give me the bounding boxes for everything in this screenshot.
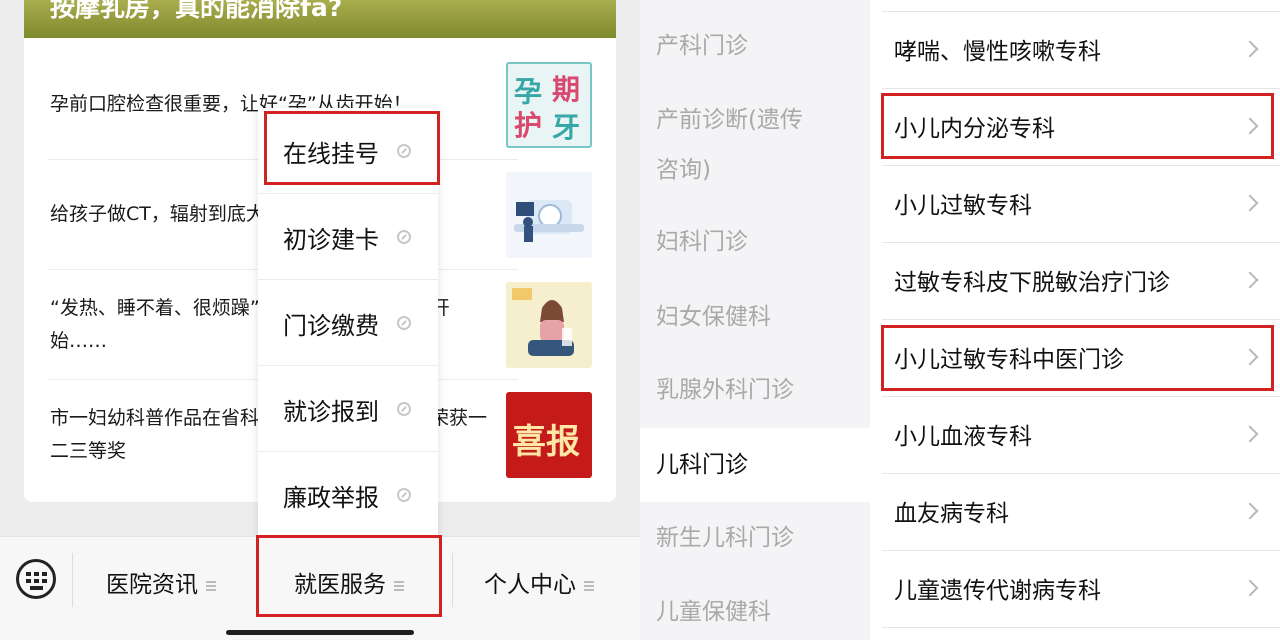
keyboard-icon[interactable] <box>16 559 56 599</box>
specialty-label: 小儿血液专科 <box>894 424 1032 450</box>
sidebar-item-neonatology[interactable]: 新生儿科门诊 <box>656 514 794 562</box>
list-item[interactable]: 过敏专科皮下脱敏治疗门诊 <box>882 243 1280 320</box>
menu-item-first-visit-card[interactable]: 初诊建卡 <box>258 194 438 280</box>
list-item[interactable]: 小儿过敏专科 <box>882 166 1280 243</box>
menu-icon <box>394 580 404 591</box>
link-icon <box>397 230 411 244</box>
article-thumbnail[interactable]: 喜报 <box>506 392 592 478</box>
menu-icon <box>584 580 594 591</box>
tab-label: 个人中心 <box>484 572 576 598</box>
link-icon <box>397 402 411 416</box>
list-item[interactable] <box>882 0 1280 12</box>
specialty-label: 哮喘、慢性咳嗽专科 <box>894 39 1101 65</box>
sidebar-item-gynecology[interactable]: 妇科门诊 <box>656 218 748 266</box>
menu-item-online-registration[interactable]: 在线挂号 <box>258 108 438 194</box>
menu-item-label: 就诊报到 <box>283 398 379 426</box>
specialty-label: 血友病专科 <box>894 501 1009 527</box>
menu-item-check-in[interactable]: 就诊报到 <box>258 366 438 452</box>
tab-hospital-news[interactable]: 医院资讯 <box>106 565 216 599</box>
menu-item-label: 在线挂号 <box>283 140 379 168</box>
article-thumbnail[interactable]: 孕 期 护 牙 <box>506 62 592 148</box>
department-sidebar: 产科门诊 产前诊断(遗传 咨询) 妇科门诊 妇女保健科 乳腺外科门诊 儿科门诊 … <box>640 0 870 640</box>
sidebar-item-pediatrics[interactable]: 儿科门诊 <box>640 428 870 502</box>
tab-divider <box>72 553 73 607</box>
screenshot-frame: 按摩乳房，真的能消除fa? 孕前口腔检查很重要，让好“孕”从齿开始！ 孕 期 护… <box>0 0 1280 640</box>
department-panel: 产科门诊 产前诊断(遗传 咨询) 妇科门诊 妇女保健科 乳腺外科门诊 儿科门诊 … <box>640 0 1280 640</box>
hospital-home-panel: 按摩乳房，真的能消除fa? 孕前口腔检查很重要，让好“孕”从齿开始！ 孕 期 护… <box>0 0 640 640</box>
link-icon <box>397 144 411 158</box>
chevron-right-icon <box>1241 348 1259 366</box>
list-item[interactable]: 血友病专科 <box>882 474 1280 551</box>
tab-label: 医院资讯 <box>106 572 198 598</box>
chevron-right-icon <box>1241 271 1259 289</box>
service-submenu: 在线挂号 初诊建卡 门诊缴费 就诊报到 廉政举报 <box>258 108 438 536</box>
sidebar-item-obstetrics[interactable]: 产科门诊 <box>656 22 748 70</box>
menu-icon <box>206 580 216 591</box>
ct-scan-illustration <box>514 200 584 242</box>
article-thumbnail[interactable] <box>506 282 592 368</box>
tab-divider <box>452 553 453 607</box>
sidebar-item-breast-surgery[interactable]: 乳腺外科门诊 <box>656 366 794 414</box>
menu-item-label: 门诊缴费 <box>283 312 379 340</box>
tab-label: 就医服务 <box>294 572 386 598</box>
specialty-label: 儿童遗传代谢病专科 <box>894 578 1101 604</box>
specialty-list: 哮喘、慢性咳嗽专科 小儿内分泌专科 小儿过敏专科 过敏专科皮下脱敏治疗门诊 小儿… <box>882 0 1280 640</box>
list-item[interactable]: 儿童遗传代谢病专科 <box>882 551 1280 628</box>
menu-item-outpatient-payment[interactable]: 门诊缴费 <box>258 280 438 366</box>
menu-item-integrity-report[interactable]: 廉政举报 <box>258 452 438 538</box>
bottom-tab-bar: 医院资讯 就医服务 个人中心 <box>0 536 640 640</box>
link-icon <box>397 488 411 502</box>
article-banner[interactable]: 按摩乳房，真的能消除fa? <box>24 0 616 38</box>
home-indicator <box>226 630 414 635</box>
sidebar-item-label: 儿科门诊 <box>656 452 748 478</box>
tab-medical-services[interactable]: 就医服务 <box>294 565 404 599</box>
sidebar-item-prenatal-diagnosis[interactable]: 产前诊断(遗传 <box>656 96 803 144</box>
tab-divider <box>258 553 259 607</box>
chevron-right-icon <box>1241 579 1259 597</box>
sidebar-item-prenatal-diagnosis-cont[interactable]: 咨询) <box>656 146 711 194</box>
specialty-label: 小儿内分泌专科 <box>894 116 1055 142</box>
announcement-text: 喜报 <box>512 422 580 462</box>
woman-illustration <box>512 288 574 356</box>
specialty-label: 小儿过敏专科 <box>894 193 1032 219</box>
link-icon <box>397 316 411 330</box>
specialty-label: 小儿过敏专科中医门诊 <box>894 347 1124 373</box>
sidebar-item-womens-health[interactable]: 妇女保健科 <box>656 293 771 341</box>
list-item[interactable]: 小儿内分泌专科 <box>882 89 1280 166</box>
menu-item-label: 廉政举报 <box>283 484 379 512</box>
chevron-right-icon <box>1241 425 1259 443</box>
list-item[interactable]: 小儿过敏专科中医门诊 <box>882 320 1280 397</box>
menu-item-label: 初诊建卡 <box>283 226 379 254</box>
banner-title: 按摩乳房，真的能消除fa? <box>50 0 343 22</box>
chevron-right-icon <box>1241 194 1259 212</box>
list-item[interactable]: 哮喘、慢性咳嗽专科 <box>882 12 1280 89</box>
chevron-right-icon <box>1241 117 1259 135</box>
sidebar-item-child-health[interactable]: 儿童保健科 <box>656 588 771 636</box>
chevron-right-icon <box>1241 40 1259 58</box>
chevron-right-icon <box>1241 502 1259 520</box>
article-thumbnail[interactable] <box>506 172 592 258</box>
list-item[interactable]: 小儿血液专科 <box>882 397 1280 474</box>
specialty-label: 过敏专科皮下脱敏治疗门诊 <box>894 270 1170 296</box>
tab-personal-center[interactable]: 个人中心 <box>484 565 594 599</box>
